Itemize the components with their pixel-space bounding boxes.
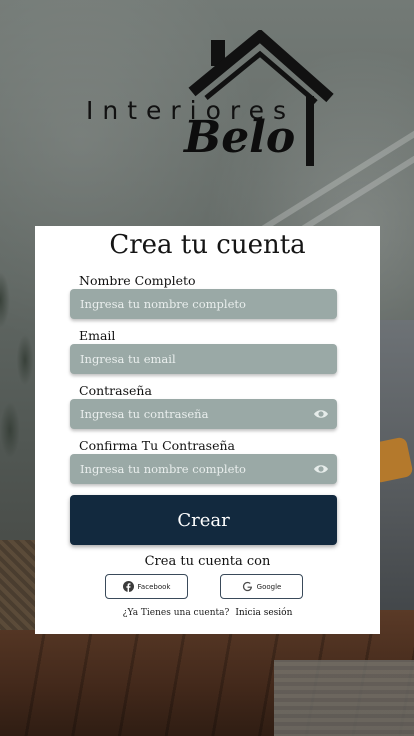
password-input[interactable] <box>70 399 337 429</box>
email-label: Email <box>79 328 116 343</box>
password-field <box>70 399 337 429</box>
email-field <box>70 344 337 374</box>
full-name-input[interactable] <box>70 289 337 319</box>
have-account-text: ¿Ya Tienes una cuenta? <box>122 608 230 618</box>
google-button[interactable]: Google <box>220 574 303 599</box>
email-input[interactable] <box>70 344 337 374</box>
rug <box>274 660 414 736</box>
eye-icon[interactable] <box>313 462 329 476</box>
confirm-password-input[interactable] <box>70 454 337 484</box>
signup-card: Crea tu cuenta Nombre Completo Email Con… <box>35 226 380 634</box>
google-icon <box>242 581 252 592</box>
password-label: Contraseña <box>79 383 152 398</box>
login-prompt: ¿Ya Tienes una cuenta? Inicia sesión <box>35 608 380 618</box>
create-account-button[interactable]: Crear <box>70 495 337 545</box>
page-title: Crea tu cuenta <box>109 230 306 260</box>
brand-logo: Interiores Belo <box>80 30 340 170</box>
brand-name: Belo <box>184 112 296 163</box>
full-name-field <box>70 289 337 319</box>
full-name-label: Nombre Completo <box>79 273 196 288</box>
facebook-button[interactable]: Facebook <box>105 574 188 599</box>
confirm-password-label: Confirma Tu Contraseña <box>79 438 235 453</box>
login-link[interactable]: Inicia sesión <box>235 608 292 618</box>
facebook-icon <box>122 581 134 592</box>
facebook-label: Facebook <box>137 582 171 591</box>
social-prompt: Crea tu cuenta con <box>144 554 271 569</box>
confirm-password-field <box>70 454 337 484</box>
eye-icon[interactable] <box>313 407 329 421</box>
google-label: Google <box>256 582 282 591</box>
